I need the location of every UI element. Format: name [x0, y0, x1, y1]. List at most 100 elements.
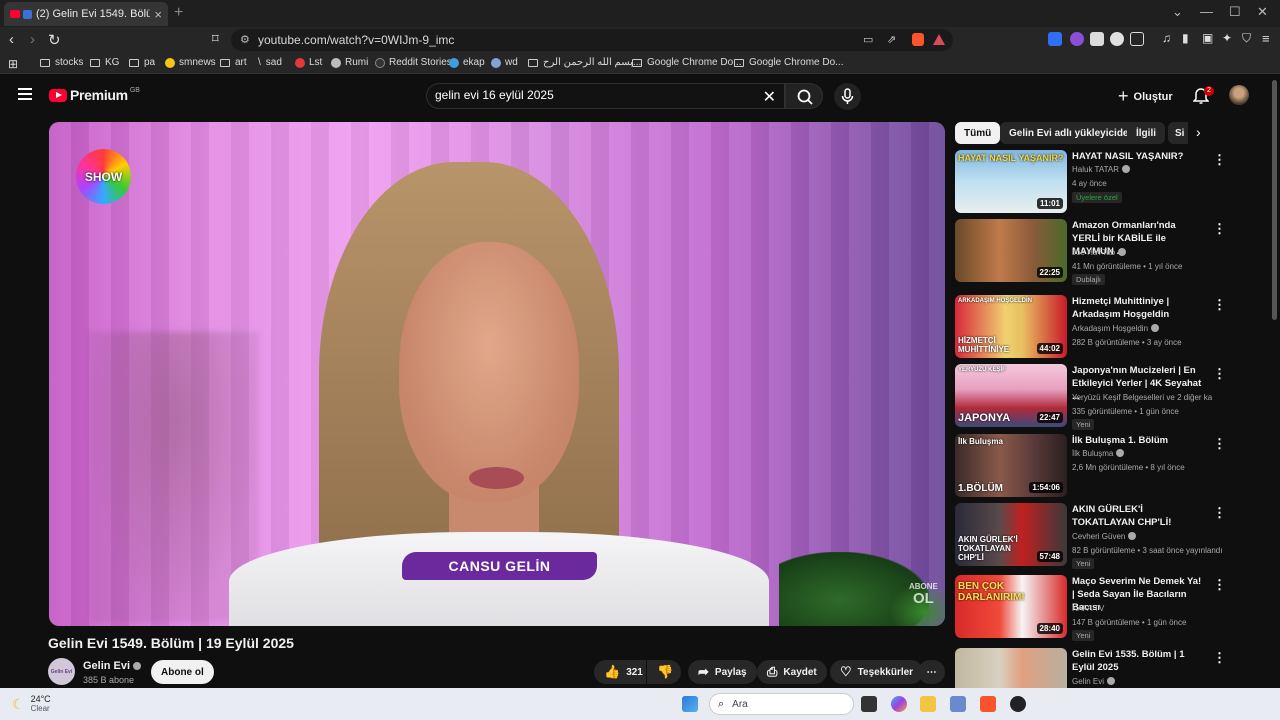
leo-ai-icon[interactable]: ✦	[1222, 31, 1232, 45]
task-view-icon[interactable]	[861, 696, 877, 712]
more-options-icon[interactable]: ⋮	[1213, 505, 1226, 521]
recommendation-item[interactable]: Gelin Evi 1535. Bölüm | 1 Eylül 2025 Gel…	[955, 648, 1265, 688]
brave-rewards-icon[interactable]	[933, 34, 945, 45]
weather-widget[interactable]: ☾ 24°C Clear	[12, 694, 51, 714]
video-thumbnail[interactable]: ARKADAŞIM HOŞGELDİN HİZMETÇİ MUHİTTİNİYE…	[955, 295, 1067, 358]
extension-icon[interactable]	[1090, 32, 1104, 46]
voice-search-button[interactable]	[834, 83, 861, 110]
share-icon[interactable]: ⇗	[887, 33, 896, 46]
video-player[interactable]: SHOW CANSU GELİN ABONE OL	[49, 122, 945, 626]
recommendation-item[interactable]: ARKADAŞIM HOŞGELDİN HİZMETÇİ MUHİTTİNİYE…	[955, 295, 1265, 359]
address-bar[interactable]: ⚙ youtube.com/watch?v=0WIJm-9_imc ▭ ⇗	[231, 29, 953, 51]
music-icon[interactable]: ♫	[1162, 31, 1171, 45]
more-options-icon[interactable]: ⋮	[1213, 221, 1226, 237]
more-options-icon[interactable]: ⋮	[1213, 436, 1226, 452]
more-options-icon[interactable]: ⋮	[1213, 152, 1226, 168]
windows-start-icon[interactable]	[682, 696, 698, 712]
recommendation-item[interactable]: İlk Buluşma 1.BÖLÜM 1:54:06 İlk Buluşma …	[955, 434, 1265, 498]
subscribe-button[interactable]: Abone ol	[151, 660, 214, 684]
bookmark-item[interactable]: art	[220, 57, 247, 68]
more-options-icon[interactable]: ⋮	[1213, 650, 1226, 666]
extension-icon[interactable]	[1070, 32, 1084, 46]
brave-shields-icon[interactable]	[912, 33, 924, 46]
bookmark-icon[interactable]: ⌑	[212, 31, 219, 47]
video-thumbnail[interactable]: HAYAT NASIL YAŞANIR? 11:01	[955, 150, 1067, 213]
taskbar-search[interactable]: ⌕ Ara	[709, 693, 854, 715]
wallet-icon[interactable]: ▣	[1202, 31, 1213, 45]
chip-partial[interactable]: Si	[1168, 122, 1188, 144]
account-avatar[interactable]	[1229, 85, 1249, 105]
recommendation-item[interactable]: 22:25 Amazon Ormanları'nda YERLİ bir KAB…	[955, 219, 1265, 285]
create-button[interactable]: + Oluştur	[1118, 86, 1173, 107]
bookmark-item[interactable]: Google Chrome Do...	[734, 57, 844, 68]
snipping-tool-icon[interactable]	[950, 696, 966, 712]
chip-from-uploader[interactable]: Gelin Evi adlı yükleyiciden	[1000, 122, 1144, 144]
share-button[interactable]: ➦ Paylaş	[688, 660, 757, 684]
recommendation-item[interactable]: AKIN GÜRLEK'İ TOKATLAYAN CHP'Lİ 57:48 AK…	[955, 503, 1265, 569]
bookmark-item[interactable]: wd	[491, 57, 518, 68]
maximize-button[interactable]: ☐	[1229, 4, 1241, 20]
menu-icon[interactable]: ≡	[1262, 31, 1270, 46]
vpn-icon[interactable]: ⛉	[1242, 31, 1251, 46]
brave-browser-icon[interactable]	[980, 696, 996, 712]
dislike-button[interactable]: 👎	[647, 660, 681, 684]
more-actions-button[interactable]: ⋯	[918, 660, 945, 684]
more-options-icon[interactable]: ⋮	[1213, 297, 1226, 313]
recommendation-item[interactable]: HAYAT NASIL YAŞANIR? 11:01 HAYAT NASIL Y…	[955, 150, 1265, 214]
bookmark-item[interactable]: smnews	[165, 57, 216, 68]
channel-avatar[interactable]: Gelin Evi	[48, 658, 75, 685]
chip-next-arrow-icon[interactable]: ›	[1196, 124, 1201, 140]
bookmark-item[interactable]: بسم الله الرحمن الرح...	[528, 57, 641, 68]
minimize-button[interactable]: —	[1200, 4, 1213, 19]
recommendation-item[interactable]: BEN ÇOK DARLANIRIM! 28:40 Maço Severim N…	[955, 575, 1265, 641]
app-icon[interactable]	[1010, 696, 1026, 712]
video-thumbnail[interactable]: İlk Buluşma 1.BÖLÜM 1:54:06	[955, 434, 1067, 497]
video-thumbnail[interactable]: 22:25	[955, 219, 1067, 282]
extension-icon[interactable]	[1048, 32, 1062, 46]
bookmark-item[interactable]: Reddit Stories	[375, 57, 452, 68]
save-button[interactable]: ⎙ Kaydet	[757, 660, 827, 684]
page-scrollbar[interactable]	[1272, 80, 1277, 320]
close-window-button[interactable]: ✕	[1257, 4, 1268, 20]
video-thumbnail[interactable]: BEN ÇOK DARLANIRIM! 28:40	[955, 575, 1067, 638]
video-thumbnail[interactable]	[955, 648, 1067, 688]
bookmark-item[interactable]: Lst	[295, 57, 322, 68]
site-info-icon[interactable]: ⚙	[240, 33, 250, 46]
bookmark-item[interactable]: ekap	[449, 57, 485, 68]
chip-all[interactable]: Tümü	[955, 122, 1001, 144]
bookmark-item[interactable]: pa	[129, 57, 155, 68]
like-button[interactable]: 👍 321	[594, 660, 646, 684]
reload-icon[interactable]: ↻	[48, 31, 61, 49]
bookmark-item[interactable]: Google Chrome Do...	[632, 57, 742, 68]
forward-icon[interactable]: ›	[30, 31, 35, 48]
bookmark-item[interactable]: stocks	[40, 57, 83, 68]
tab-search-icon[interactable]: ⌄	[1172, 4, 1183, 20]
chip-related[interactable]: İlgili	[1127, 122, 1165, 144]
video-thumbnail[interactable]: YERYÜZÜ KEŞİF JAPONYA 22:47	[955, 364, 1067, 427]
search-input[interactable]	[435, 88, 755, 102]
close-tab-icon[interactable]: ×	[154, 7, 162, 22]
extension-icon[interactable]	[1110, 32, 1124, 46]
more-options-icon[interactable]: ⋮	[1213, 366, 1226, 382]
bookmark-item[interactable]: \ sad	[258, 57, 282, 68]
cast-icon[interactable]: ▭	[863, 33, 873, 46]
hamburger-menu-icon[interactable]	[18, 88, 32, 100]
file-explorer-icon[interactable]	[920, 696, 936, 712]
video-thumbnail[interactable]: AKIN GÜRLEK'İ TOKATLAYAN CHP'Lİ 57:48	[955, 503, 1067, 566]
thanks-button[interactable]: ♡ Teşekkürler	[830, 660, 924, 684]
new-tab-button[interactable]: +	[174, 4, 183, 22]
browser-tab[interactable]: (2) Gelin Evi 1549. Bölüm | 19 ×	[4, 2, 168, 26]
copilot-icon[interactable]	[891, 696, 907, 712]
channel-name[interactable]: Gelin Evi	[83, 660, 142, 672]
clear-search-icon[interactable]: ✕	[763, 87, 776, 107]
bookmark-item[interactable]: KG	[90, 57, 119, 68]
bookmark-item[interactable]: Rumi	[331, 57, 368, 68]
search-button[interactable]	[785, 83, 823, 109]
youtube-premium-logo[interactable]: Premium GB	[49, 87, 140, 103]
back-icon[interactable]: ‹	[9, 31, 14, 48]
extension-icon[interactable]	[1130, 32, 1144, 46]
sidebar-icon[interactable]: ▮	[1182, 31, 1189, 45]
apps-grid-icon[interactable]: ⊞	[8, 57, 18, 71]
more-options-icon[interactable]: ⋮	[1213, 577, 1226, 593]
recommendation-item[interactable]: YERYÜZÜ KEŞİF JAPONYA 22:47 Japonya'nın …	[955, 364, 1265, 430]
